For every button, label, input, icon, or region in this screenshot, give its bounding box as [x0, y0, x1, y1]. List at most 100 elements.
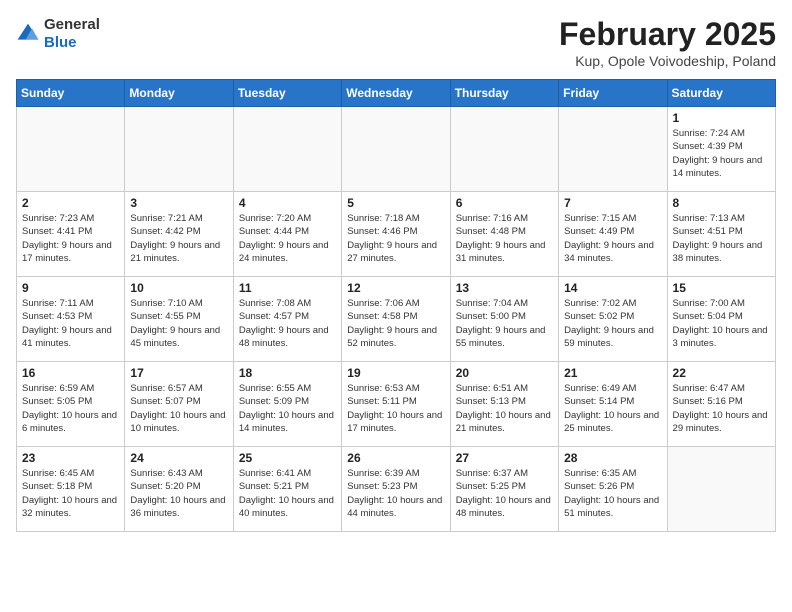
- calendar-cell: 26 Sunrise: 6:39 AM Sunset: 5:23 PM Dayli…: [342, 447, 450, 532]
- day-number: 14: [564, 281, 661, 295]
- weekday-header-tuesday: Tuesday: [233, 80, 341, 107]
- day-info: Sunrise: 7:16 AM Sunset: 4:48 PM Dayligh…: [456, 212, 553, 265]
- day-info: Sunrise: 7:24 AM Sunset: 4:39 PM Dayligh…: [673, 127, 770, 180]
- calendar-cell: 1 Sunrise: 7:24 AM Sunset: 4:39 PM Daylig…: [667, 107, 775, 192]
- calendar-cell: [17, 107, 125, 192]
- calendar-cell: 2Sunrise: 7:23 AM Sunset: 4:41 PM Daylig…: [17, 192, 125, 277]
- logo: General Blue: [16, 16, 100, 52]
- weekday-header-wednesday: Wednesday: [342, 80, 450, 107]
- day-info: Sunrise: 7:21 AM Sunset: 4:42 PM Dayligh…: [130, 212, 227, 265]
- day-number: 1: [673, 111, 770, 125]
- day-number: 11: [239, 281, 336, 295]
- calendar-cell: [667, 447, 775, 532]
- day-number: 28: [564, 451, 661, 465]
- day-number: 3: [130, 196, 227, 210]
- calendar-cell: 17 Sunrise: 6:57 AM Sunset: 5:07 PM Dayli…: [125, 362, 233, 447]
- weekday-header-row: SundayMondayTuesdayWednesdayThursdayFrid…: [17, 80, 776, 107]
- calendar-cell: 11 Sunrise: 7:08 AM Sunset: 4:57 PM Dayli…: [233, 277, 341, 362]
- week-row-2: 9 Sunrise: 7:11 AM Sunset: 4:53 PM Daylig…: [17, 277, 776, 362]
- day-number: 9: [22, 281, 119, 295]
- weekday-header-sunday: Sunday: [17, 80, 125, 107]
- calendar-cell: 21 Sunrise: 6:49 AM Sunset: 5:14 PM Dayli…: [559, 362, 667, 447]
- day-info: Sunrise: 6:35 AM Sunset: 5:26 PM Dayligh…: [564, 467, 661, 520]
- calendar-cell: 16 Sunrise: 6:59 AM Sunset: 5:05 PM Dayli…: [17, 362, 125, 447]
- calendar-cell: [233, 107, 341, 192]
- day-number: 27: [456, 451, 553, 465]
- calendar-title: February 2025: [559, 16, 776, 53]
- logo-text-general: General: [44, 16, 100, 33]
- page-header: General Blue February 2025 Kup, Opole Vo…: [16, 16, 776, 69]
- day-number: 6: [456, 196, 553, 210]
- day-number: 24: [130, 451, 227, 465]
- calendar-cell: 3 Sunrise: 7:21 AM Sunset: 4:42 PM Daylig…: [125, 192, 233, 277]
- day-info: Sunrise: 7:11 AM Sunset: 4:53 PM Dayligh…: [22, 297, 119, 350]
- calendar-cell: 14Sunrise: 7:02 AM Sunset: 5:02 PM Dayli…: [559, 277, 667, 362]
- calendar-cell: [342, 107, 450, 192]
- calendar-cell: [125, 107, 233, 192]
- calendar-cell: [559, 107, 667, 192]
- day-number: 26: [347, 451, 444, 465]
- day-info: Sunrise: 6:51 AM Sunset: 5:13 PM Dayligh…: [456, 382, 553, 435]
- day-info: Sunrise: 6:45 AM Sunset: 5:18 PM Dayligh…: [22, 467, 119, 520]
- calendar-subtitle: Kup, Opole Voivodeship, Poland: [559, 53, 776, 69]
- day-info: Sunrise: 6:37 AM Sunset: 5:25 PM Dayligh…: [456, 467, 553, 520]
- day-info: Sunrise: 7:18 AM Sunset: 4:46 PM Dayligh…: [347, 212, 444, 265]
- logo-text-blue: Blue: [44, 34, 77, 51]
- day-info: Sunrise: 7:08 AM Sunset: 4:57 PM Dayligh…: [239, 297, 336, 350]
- day-info: Sunrise: 7:13 AM Sunset: 4:51 PM Dayligh…: [673, 212, 770, 265]
- calendar-cell: 23 Sunrise: 6:45 AM Sunset: 5:18 PM Dayli…: [17, 447, 125, 532]
- day-info: Sunrise: 6:59 AM Sunset: 5:05 PM Dayligh…: [22, 382, 119, 435]
- weekday-header-friday: Friday: [559, 80, 667, 107]
- day-number: 15: [673, 281, 770, 295]
- calendar-cell: 6 Sunrise: 7:16 AM Sunset: 4:48 PM Daylig…: [450, 192, 558, 277]
- calendar-cell: 5 Sunrise: 7:18 AM Sunset: 4:46 PM Daylig…: [342, 192, 450, 277]
- day-number: 19: [347, 366, 444, 380]
- day-number: 5: [347, 196, 444, 210]
- day-number: 20: [456, 366, 553, 380]
- day-info: Sunrise: 6:53 AM Sunset: 5:11 PM Dayligh…: [347, 382, 444, 435]
- day-number: 23: [22, 451, 119, 465]
- day-number: 18: [239, 366, 336, 380]
- week-row-1: 2Sunrise: 7:23 AM Sunset: 4:41 PM Daylig…: [17, 192, 776, 277]
- day-info: Sunrise: 6:43 AM Sunset: 5:20 PM Dayligh…: [130, 467, 227, 520]
- day-info: Sunrise: 6:39 AM Sunset: 5:23 PM Dayligh…: [347, 467, 444, 520]
- weekday-header-saturday: Saturday: [667, 80, 775, 107]
- week-row-3: 16 Sunrise: 6:59 AM Sunset: 5:05 PM Dayli…: [17, 362, 776, 447]
- calendar-cell: 9 Sunrise: 7:11 AM Sunset: 4:53 PM Daylig…: [17, 277, 125, 362]
- day-info: Sunrise: 7:00 AM Sunset: 5:04 PM Dayligh…: [673, 297, 770, 350]
- week-row-0: 1 Sunrise: 7:24 AM Sunset: 4:39 PM Daylig…: [17, 107, 776, 192]
- day-number: 22: [673, 366, 770, 380]
- day-info: Sunrise: 6:47 AM Sunset: 5:16 PM Dayligh…: [673, 382, 770, 435]
- calendar-cell: 18 Sunrise: 6:55 AM Sunset: 5:09 PM Dayli…: [233, 362, 341, 447]
- calendar-cell: 22 Sunrise: 6:47 AM Sunset: 5:16 PM Dayli…: [667, 362, 775, 447]
- week-row-4: 23 Sunrise: 6:45 AM Sunset: 5:18 PM Dayli…: [17, 447, 776, 532]
- day-info: Sunrise: 6:57 AM Sunset: 5:07 PM Dayligh…: [130, 382, 227, 435]
- day-info: Sunrise: 6:49 AM Sunset: 5:14 PM Dayligh…: [564, 382, 661, 435]
- calendar-cell: 24 Sunrise: 6:43 AM Sunset: 5:20 PM Dayli…: [125, 447, 233, 532]
- day-number: 7: [564, 196, 661, 210]
- day-info: Sunrise: 6:41 AM Sunset: 5:21 PM Dayligh…: [239, 467, 336, 520]
- calendar-cell: 19 Sunrise: 6:53 AM Sunset: 5:11 PM Dayli…: [342, 362, 450, 447]
- calendar-table: SundayMondayTuesdayWednesdayThursdayFrid…: [16, 79, 776, 532]
- day-number: 10: [130, 281, 227, 295]
- calendar-cell: 4Sunrise: 7:20 AM Sunset: 4:44 PM Daylig…: [233, 192, 341, 277]
- calendar-cell: 13Sunrise: 7:04 AM Sunset: 5:00 PM Dayli…: [450, 277, 558, 362]
- day-number: 21: [564, 366, 661, 380]
- logo-icon: [16, 22, 40, 46]
- day-info: Sunrise: 7:20 AM Sunset: 4:44 PM Dayligh…: [239, 212, 336, 265]
- calendar-cell: 7 Sunrise: 7:15 AM Sunset: 4:49 PM Daylig…: [559, 192, 667, 277]
- day-number: 17: [130, 366, 227, 380]
- calendar-cell: 28 Sunrise: 6:35 AM Sunset: 5:26 PM Dayli…: [559, 447, 667, 532]
- day-number: 13: [456, 281, 553, 295]
- day-number: 16: [22, 366, 119, 380]
- day-number: 8: [673, 196, 770, 210]
- day-number: 25: [239, 451, 336, 465]
- weekday-header-monday: Monday: [125, 80, 233, 107]
- calendar-cell: 10Sunrise: 7:10 AM Sunset: 4:55 PM Dayli…: [125, 277, 233, 362]
- day-info: Sunrise: 6:55 AM Sunset: 5:09 PM Dayligh…: [239, 382, 336, 435]
- day-info: Sunrise: 7:15 AM Sunset: 4:49 PM Dayligh…: [564, 212, 661, 265]
- calendar-cell: 27 Sunrise: 6:37 AM Sunset: 5:25 PM Dayli…: [450, 447, 558, 532]
- calendar-cell: [450, 107, 558, 192]
- calendar-cell: 15 Sunrise: 7:00 AM Sunset: 5:04 PM Dayli…: [667, 277, 775, 362]
- day-number: 2: [22, 196, 119, 210]
